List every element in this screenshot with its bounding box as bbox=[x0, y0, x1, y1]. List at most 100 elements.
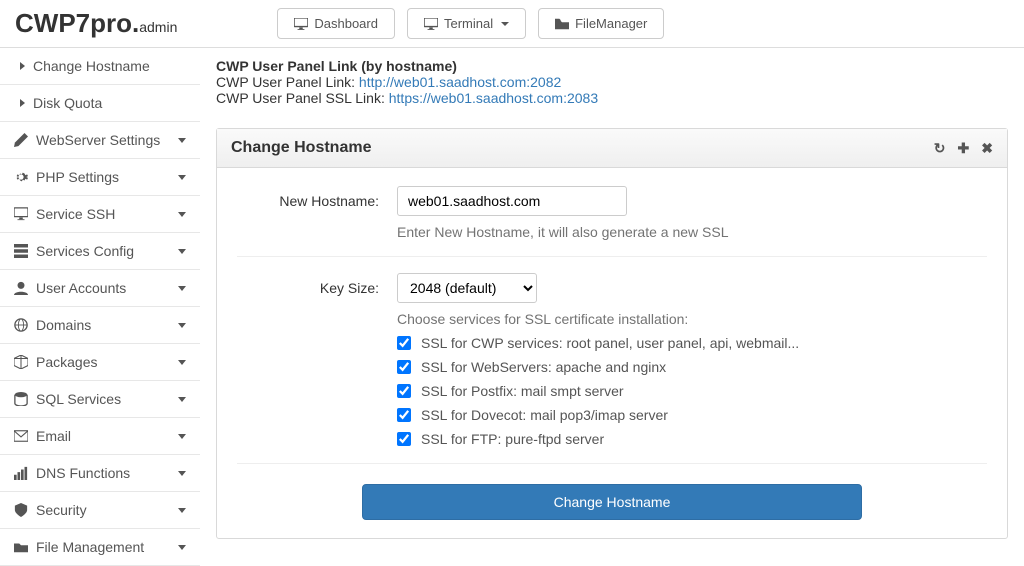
sidebar-item-label: Service SSH bbox=[36, 206, 115, 222]
keysize-select[interactable]: 2048 (default) bbox=[397, 273, 537, 303]
sidebar-item-label: Security bbox=[36, 502, 87, 518]
brand-main: CWP7pro. bbox=[15, 8, 139, 38]
monitor-icon bbox=[424, 18, 438, 30]
dashboard-label: Dashboard bbox=[314, 16, 378, 31]
sidebar-sub-disk-quota[interactable]: Disk Quota bbox=[0, 85, 200, 122]
sidebar-item-label: PHP Settings bbox=[36, 169, 119, 185]
ssl-check-dovecot: SSL for Dovecot: mail pop3/imap server bbox=[397, 407, 987, 423]
sidebar-item-label: WebServer Settings bbox=[36, 132, 160, 148]
ssl-postfix-checkbox[interactable] bbox=[397, 384, 411, 398]
ssl-check-ftp: SSL for FTP: pure-ftpd server bbox=[397, 431, 987, 447]
ssl-ftp-checkbox[interactable] bbox=[397, 432, 411, 446]
sidebar-item-email[interactable]: Email bbox=[0, 418, 200, 455]
user-panel-ssl-link[interactable]: https://web01.saadhost.com:2083 bbox=[389, 90, 598, 106]
database-icon bbox=[14, 392, 28, 406]
sidebar-item-label: Domains bbox=[36, 317, 91, 333]
divider bbox=[237, 256, 987, 257]
chevron-down-icon bbox=[178, 434, 186, 439]
sidebar-item-label: Email bbox=[36, 428, 71, 444]
sidebar-item-php-settings[interactable]: PHP Settings bbox=[0, 159, 200, 196]
folder-icon bbox=[14, 540, 28, 554]
ssl-webservers-checkbox[interactable] bbox=[397, 360, 411, 374]
ssl-check-label: SSL for WebServers: apache and nginx bbox=[421, 359, 666, 375]
caret-down-icon bbox=[501, 22, 509, 26]
chevron-down-icon bbox=[178, 138, 186, 143]
info-title: CWP User Panel Link (by hostname) bbox=[216, 58, 457, 74]
monitor-icon bbox=[294, 18, 308, 30]
user-icon bbox=[14, 281, 28, 295]
sidebar-item-packages[interactable]: Packages bbox=[0, 344, 200, 381]
ssl-dovecot-checkbox[interactable] bbox=[397, 408, 411, 422]
sidebar-item-label: Packages bbox=[36, 354, 97, 370]
chevron-down-icon bbox=[178, 397, 186, 402]
ssl-check-label: SSL for Dovecot: mail pop3/imap server bbox=[421, 407, 668, 423]
hostname-help: Enter New Hostname, it will also generat… bbox=[397, 224, 987, 240]
sidebar-item-security[interactable]: Security bbox=[0, 492, 200, 529]
sidebar-item-label: DNS Functions bbox=[36, 465, 130, 481]
ssl-check-label: SSL for CWP services: root panel, user p… bbox=[421, 335, 799, 351]
shield-icon bbox=[14, 503, 28, 517]
close-icon[interactable]: ✖ bbox=[981, 140, 993, 157]
chevron-down-icon bbox=[178, 545, 186, 550]
info-line2-label: CWP User Panel SSL Link: bbox=[216, 90, 389, 106]
arrow-right-icon bbox=[20, 62, 25, 70]
chevron-down-icon bbox=[178, 249, 186, 254]
package-icon bbox=[14, 355, 28, 369]
info-block: CWP User Panel Link (by hostname) CWP Us… bbox=[216, 48, 1008, 124]
user-panel-link[interactable]: http://web01.saadhost.com:2082 bbox=[359, 74, 561, 90]
change-hostname-panel: Change Hostname ↻ ✚ ✖ New Hostname: Ente… bbox=[216, 128, 1008, 539]
refresh-icon[interactable]: ↻ bbox=[934, 140, 946, 157]
sidebar-item-services-config[interactable]: Services Config bbox=[0, 233, 200, 270]
sidebar-item-webserver-settings[interactable]: WebServer Settings bbox=[0, 122, 200, 159]
sidebar-item-label: File Management bbox=[36, 539, 144, 555]
email-icon bbox=[14, 429, 28, 443]
sidebar-sub-label: Disk Quota bbox=[33, 95, 102, 111]
sidebar-item-service-ssh[interactable]: Service SSH bbox=[0, 196, 200, 233]
ssl-check-label: SSL for FTP: pure-ftpd server bbox=[421, 431, 604, 447]
services-help: Choose services for SSL certificate inst… bbox=[397, 311, 987, 327]
monitor-icon bbox=[14, 207, 28, 221]
brand-sub: admin bbox=[139, 19, 177, 35]
sidebar-item-label: SQL Services bbox=[36, 391, 121, 407]
panel-tools: ↻ ✚ ✖ bbox=[934, 140, 993, 157]
pencil-icon bbox=[14, 133, 28, 147]
brand: CWP7pro.admin bbox=[15, 8, 177, 39]
sidebar: Change Hostname Disk Quota WebServer Set… bbox=[0, 48, 200, 566]
sidebar-item-user-accounts[interactable]: User Accounts bbox=[0, 270, 200, 307]
info-line1-label: CWP User Panel Link: bbox=[216, 74, 359, 90]
ssl-cwp-checkbox[interactable] bbox=[397, 336, 411, 350]
main-content: CWP User Panel Link (by hostname) CWP Us… bbox=[200, 48, 1024, 566]
ssl-check-label: SSL for Postfix: mail smpt server bbox=[421, 383, 624, 399]
keysize-label: Key Size: bbox=[237, 273, 397, 447]
divider bbox=[237, 463, 987, 464]
sidebar-sub-change-hostname[interactable]: Change Hostname bbox=[0, 48, 200, 85]
change-hostname-button[interactable]: Change Hostname bbox=[362, 484, 862, 520]
ssl-check-postfix: SSL for Postfix: mail smpt server bbox=[397, 383, 987, 399]
dashboard-button[interactable]: Dashboard bbox=[277, 8, 395, 39]
filemanager-button[interactable]: FileManager bbox=[538, 8, 664, 39]
top-nav: CWP7pro.admin Dashboard Terminal FileMan… bbox=[0, 0, 1024, 48]
sidebar-item-domains[interactable]: Domains bbox=[0, 307, 200, 344]
sidebar-item-sql-services[interactable]: SQL Services bbox=[0, 381, 200, 418]
terminal-button[interactable]: Terminal bbox=[407, 8, 526, 39]
chevron-down-icon bbox=[178, 508, 186, 513]
sidebar-item-label: User Accounts bbox=[36, 280, 126, 296]
sidebar-sub-label: Change Hostname bbox=[33, 58, 150, 74]
hostname-input[interactable] bbox=[397, 186, 627, 216]
chevron-down-icon bbox=[178, 175, 186, 180]
ssl-check-cwp: SSL for CWP services: root panel, user p… bbox=[397, 335, 987, 351]
filemanager-label: FileManager bbox=[575, 16, 647, 31]
sidebar-item-dns-functions[interactable]: DNS Functions bbox=[0, 455, 200, 492]
panel-body: New Hostname: Enter New Hostname, it wil… bbox=[217, 168, 1007, 538]
panel-header: Change Hostname ↻ ✚ ✖ bbox=[217, 129, 1007, 168]
gear-icon bbox=[14, 170, 28, 184]
plus-icon[interactable]: ✚ bbox=[958, 140, 970, 157]
chevron-down-icon bbox=[178, 360, 186, 365]
panel-title: Change Hostname bbox=[231, 139, 371, 157]
sidebar-item-file-management[interactable]: File Management bbox=[0, 529, 200, 566]
globe-icon bbox=[14, 318, 28, 332]
signal-icon bbox=[14, 466, 28, 480]
chevron-down-icon bbox=[178, 212, 186, 217]
chevron-down-icon bbox=[178, 323, 186, 328]
terminal-label: Terminal bbox=[444, 16, 493, 31]
